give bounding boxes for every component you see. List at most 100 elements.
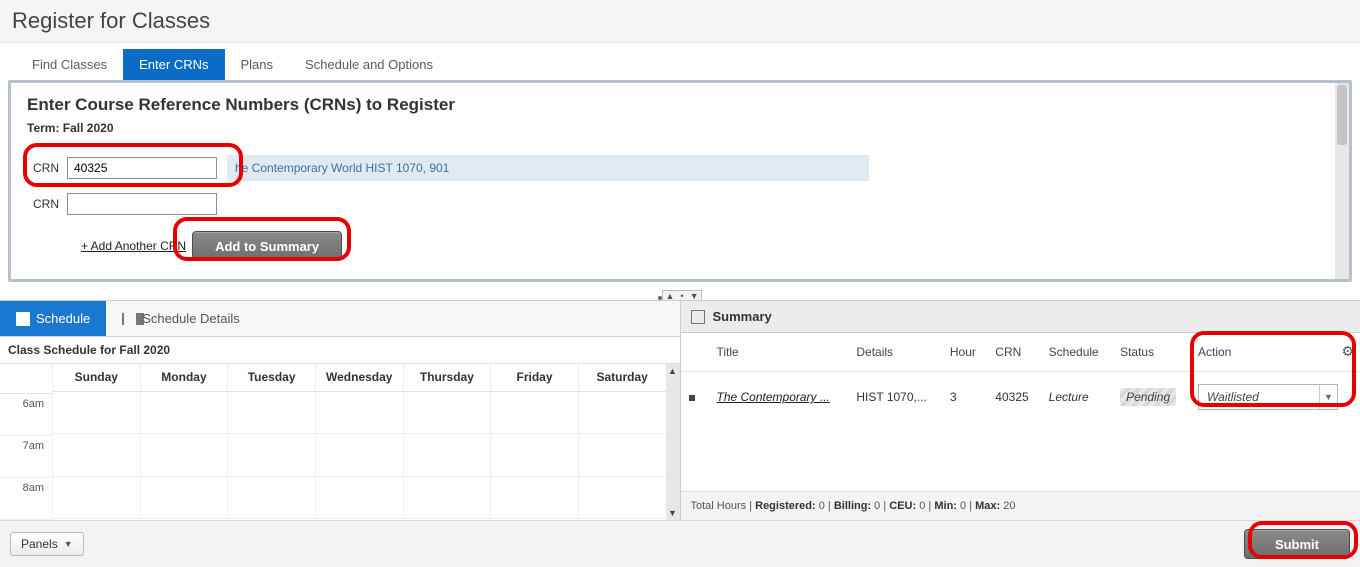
tab-plans[interactable]: Plans bbox=[225, 49, 290, 80]
totals-min-l: Min: bbox=[934, 500, 957, 512]
summary-title-link[interactable]: The Contemporary ... bbox=[717, 390, 830, 404]
panel-scrollbar[interactable] bbox=[1335, 83, 1349, 279]
schedule-cell[interactable] bbox=[227, 477, 315, 519]
add-to-summary-button[interactable]: Add to Summary bbox=[192, 231, 342, 261]
tab-find-classes[interactable]: Find Classes bbox=[16, 49, 123, 80]
row-dot-icon bbox=[689, 395, 695, 401]
schedule-scrollbar[interactable]: ▲ ▼ bbox=[666, 364, 680, 520]
schedule-cell[interactable] bbox=[140, 392, 228, 434]
schedule-cell[interactable] bbox=[227, 435, 315, 477]
totals-min-v: 0 bbox=[960, 500, 966, 512]
schedule-cell[interactable] bbox=[403, 392, 491, 434]
crn-desc-1: he Contemporary World HIST 1070, 901 bbox=[227, 155, 869, 181]
footer-bar: Panels ▼ Submit bbox=[0, 520, 1360, 567]
subtab-schedule-label: Schedule bbox=[36, 311, 90, 326]
hour-label: 7am bbox=[0, 436, 52, 478]
panels-label: Panels bbox=[21, 537, 58, 551]
totals-billing-l: Billing: bbox=[834, 500, 871, 512]
totals-registered-v: 0 bbox=[819, 500, 825, 512]
col-title[interactable]: Title bbox=[709, 333, 849, 372]
totals-billing-v: 0 bbox=[874, 500, 880, 512]
list-icon bbox=[122, 313, 136, 325]
col-hours[interactable]: Hour bbox=[942, 333, 987, 372]
summary-details: HIST 1070,... bbox=[848, 372, 942, 423]
crn-input-2[interactable] bbox=[67, 193, 217, 215]
crn-label-1: CRN bbox=[33, 161, 67, 175]
schedule-cell[interactable] bbox=[578, 435, 666, 477]
schedule-cell[interactable] bbox=[315, 477, 403, 519]
col-details[interactable]: Details bbox=[848, 333, 942, 372]
subtab-schedule[interactable]: Schedule bbox=[0, 301, 106, 336]
day-head: Monday bbox=[140, 364, 228, 392]
term-line: Term: Fall 2020 bbox=[27, 121, 1327, 135]
schedule-cell[interactable] bbox=[490, 392, 578, 434]
term-value: Fall 2020 bbox=[63, 121, 114, 135]
tab-enter-crns[interactable]: Enter CRNs bbox=[123, 49, 224, 80]
schedule-cell[interactable] bbox=[52, 392, 140, 434]
day-head: Wednesday bbox=[315, 364, 403, 392]
totals-ceu-v: 0 bbox=[919, 500, 925, 512]
calendar-icon bbox=[16, 312, 30, 326]
schedule-cell[interactable] bbox=[490, 435, 578, 477]
schedule-cell[interactable] bbox=[315, 392, 403, 434]
day-head: Saturday bbox=[578, 364, 666, 392]
gear-icon[interactable]: ⚙ bbox=[1341, 343, 1354, 360]
summary-hours: 3 bbox=[942, 372, 987, 423]
schedule-cell[interactable] bbox=[140, 435, 228, 477]
hour-label: 6am bbox=[0, 394, 52, 436]
schedule-subtabs: Schedule Schedule Details bbox=[0, 301, 680, 337]
action-select-value: Waitlisted bbox=[1199, 390, 1319, 404]
status-badge: Pending bbox=[1120, 388, 1176, 406]
chevron-down-icon: ▼ bbox=[1319, 385, 1337, 409]
panels-button[interactable]: Panels ▼ bbox=[10, 532, 84, 556]
schedule-cell[interactable] bbox=[52, 477, 140, 519]
scroll-down-icon[interactable]: ▼ bbox=[666, 506, 680, 520]
submit-button[interactable]: Submit bbox=[1244, 529, 1350, 559]
schedule-cell[interactable] bbox=[403, 477, 491, 519]
summary-table: Title Details Hour CRN Schedule Status A… bbox=[681, 333, 1360, 422]
crn-input-1[interactable] bbox=[67, 157, 217, 179]
totals-registered-l: Registered: bbox=[755, 500, 816, 512]
summary-row: The Contemporary ... HIST 1070,... 3 403… bbox=[681, 372, 1360, 423]
schedule-cell[interactable] bbox=[578, 392, 666, 434]
crn-label-2: CRN bbox=[33, 197, 67, 211]
hour-label: 8am bbox=[0, 478, 52, 520]
subtab-schedule-details[interactable]: Schedule Details bbox=[106, 301, 256, 336]
totals-max-l: Max: bbox=[975, 500, 1000, 512]
col-schedule[interactable]: Schedule bbox=[1041, 333, 1112, 372]
term-prefix: Term: bbox=[27, 121, 63, 135]
chevron-down-icon: ▼ bbox=[64, 539, 73, 549]
add-another-crn-link[interactable]: + Add Another CRN bbox=[81, 239, 186, 253]
col-action[interactable]: Action bbox=[1198, 345, 1231, 359]
schedule-cell[interactable] bbox=[140, 477, 228, 519]
schedule-cell[interactable] bbox=[403, 435, 491, 477]
page-title: Register for Classes bbox=[0, 0, 1360, 43]
day-head: Thursday bbox=[403, 364, 491, 392]
schedule-cell[interactable] bbox=[52, 435, 140, 477]
totals-ceu-l: CEU: bbox=[889, 500, 916, 512]
summary-schedule: Lecture bbox=[1041, 372, 1112, 423]
schedule-title: Class Schedule for Fall 2020 bbox=[0, 337, 680, 364]
schedule-cell[interactable] bbox=[315, 435, 403, 477]
day-head: Tuesday bbox=[227, 364, 315, 392]
day-head: Friday bbox=[490, 364, 578, 392]
schedule-title-prefix: Class Schedule for bbox=[8, 343, 119, 357]
summary-header-label: Summary bbox=[713, 309, 772, 324]
schedule-cell[interactable] bbox=[490, 477, 578, 519]
totals-bar: Total Hours | Registered: 0 | Billing: 0… bbox=[681, 491, 1360, 520]
col-crn[interactable]: CRN bbox=[987, 333, 1040, 372]
summary-crn: 40325 bbox=[987, 372, 1040, 423]
day-head: Sunday bbox=[52, 364, 140, 392]
summary-icon bbox=[691, 310, 705, 324]
panel-splitter[interactable]: ▲•▼ bbox=[0, 282, 1360, 300]
tab-schedule-options[interactable]: Schedule and Options bbox=[289, 49, 449, 80]
scroll-up-icon[interactable]: ▲ bbox=[666, 364, 680, 378]
enter-crn-panel: Enter Course Reference Numbers (CRNs) to… bbox=[8, 80, 1352, 282]
schedule-cell[interactable] bbox=[578, 477, 666, 519]
schedule-cell[interactable] bbox=[227, 392, 315, 434]
summary-header: Summary bbox=[681, 301, 1360, 333]
schedule-title-term: Fall 2020 bbox=[119, 343, 170, 357]
col-status[interactable]: Status bbox=[1112, 333, 1190, 372]
action-select[interactable]: Waitlisted ▼ bbox=[1198, 384, 1338, 410]
totals-max-v: 20 bbox=[1003, 500, 1015, 512]
